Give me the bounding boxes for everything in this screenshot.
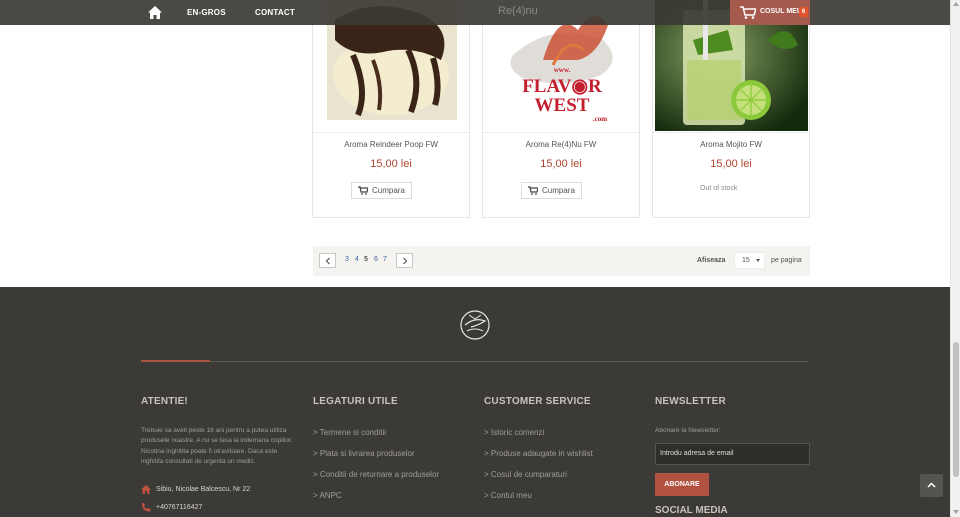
page-link[interactable]: 6 xyxy=(374,256,378,263)
nav-link-contact[interactable]: CONTACT xyxy=(255,8,295,17)
address-text: Sibiu, Nicolae Balcescu, Nr 22 xyxy=(156,486,251,493)
chevron-right-icon xyxy=(403,257,408,265)
nav-link-en-gros[interactable]: EN-GROS xyxy=(187,8,226,17)
footer-logo[interactable] xyxy=(459,309,491,341)
brand-watermark: Re(4)nu xyxy=(498,5,538,17)
svg-text:FLAV◉R: FLAV◉R xyxy=(522,76,602,97)
top-navigation-bar: EN-GROS CONTACT Re(4)nu COSUL MEU 6 xyxy=(0,0,950,25)
home-icon xyxy=(141,485,151,494)
chevron-left-icon xyxy=(325,257,330,265)
phone-text[interactable]: +40767116427 xyxy=(156,504,202,511)
per-page-suffix: pe pagina xyxy=(771,257,802,264)
cart-icon xyxy=(358,186,368,195)
site-footer: ATENTIE! Trebuie sa aveti peste 18 ani p… xyxy=(0,287,950,517)
chevron-up-icon xyxy=(927,482,936,488)
cart-button[interactable]: COSUL MEU 6 xyxy=(730,0,810,25)
cart-label: COSUL MEU xyxy=(760,8,802,15)
back-to-top-button[interactable] xyxy=(920,474,943,497)
footer-divider-accent xyxy=(141,360,210,362)
current-page: 5 xyxy=(364,256,368,263)
footer-link-wishlist[interactable]: > Produse adaugate in wishlist xyxy=(484,449,593,458)
cart-count-badge: 6 xyxy=(799,7,808,17)
page-link[interactable]: 4 xyxy=(355,256,359,263)
footer-link-payment-delivery[interactable]: > Plata si livrarea produselor xyxy=(313,449,415,458)
buy-button[interactable]: Cumpara xyxy=(351,182,412,199)
buy-button-label: Cumpara xyxy=(542,186,575,195)
footer-link-cart[interactable]: > Cosul de cumparaturi xyxy=(484,470,567,479)
product-price: 15,00 lei xyxy=(540,158,582,170)
product-card: Aroma Reindeer Poop FW 15,00 lei Cumpara xyxy=(312,0,470,218)
footer-heading-attention: ATENTIE! xyxy=(141,396,188,407)
age-warning-text: Trebuie sa aveti peste 18 ani pentru a p… xyxy=(141,427,293,466)
scrollbar-thumb[interactable] xyxy=(953,342,959,477)
newsletter-label: Abonare la Newsletter: xyxy=(655,427,721,434)
footer-heading-newsletter: NEWSLETTER xyxy=(655,396,726,407)
product-name[interactable]: Aroma Mojito FW xyxy=(653,140,809,149)
phone-icon xyxy=(142,503,151,512)
show-label: Afiseaza xyxy=(697,257,726,264)
product-price: 15,00 lei xyxy=(710,158,752,170)
footer-link-anpc[interactable]: > ANPC xyxy=(313,491,342,500)
product-card: Aroma Mojito FW 15,00 lei Out of stock xyxy=(652,0,810,218)
per-page-select[interactable]: 15 xyxy=(734,252,765,269)
newsletter-email-input[interactable]: Introdu adresa de email xyxy=(655,443,810,465)
scroll-down-arrow-icon[interactable] xyxy=(953,510,959,514)
footer-link-returns[interactable]: > Conditii de returnare a produselor xyxy=(313,470,439,479)
previous-page-button[interactable] xyxy=(319,253,336,268)
product-name[interactable]: Aroma Reindeer Poop FW xyxy=(313,140,469,149)
caret-down-icon xyxy=(756,259,760,262)
footer-link-order-history[interactable]: > Istoric comenzi xyxy=(484,428,544,437)
footer-link-my-account[interactable]: > Contul meu xyxy=(484,491,532,500)
product-name[interactable]: Aroma Re(4)Nu FW xyxy=(483,140,639,149)
subscribe-button[interactable]: ABONARE xyxy=(655,473,709,496)
page-scrollbar[interactable] xyxy=(950,0,960,517)
buy-button[interactable]: Cumpara xyxy=(521,182,582,199)
pagination-bar: 3 4 5 6 7 Afiseaza 15 pe pagina xyxy=(313,246,810,276)
footer-link-terms[interactable]: > Termene si conditii xyxy=(313,428,386,437)
next-page-button[interactable] xyxy=(396,253,413,268)
cart-icon xyxy=(528,186,538,195)
svg-text:WEST: WEST xyxy=(535,95,590,116)
svg-text:www.: www. xyxy=(554,66,571,74)
scroll-up-arrow-icon[interactable] xyxy=(953,2,959,6)
out-of-stock-label: Out of stock xyxy=(700,185,738,192)
buy-button-label: Cumpara xyxy=(372,186,405,195)
page-link[interactable]: 3 xyxy=(345,256,349,263)
footer-divider xyxy=(141,361,809,362)
page-link[interactable]: 7 xyxy=(383,256,387,263)
shopping-cart-icon xyxy=(740,6,756,19)
footer-heading-social-media: SOCIAL MEDIA xyxy=(655,505,728,516)
per-page-value: 15 xyxy=(742,257,750,264)
home-icon[interactable] xyxy=(148,6,162,19)
product-price: 15,00 lei xyxy=(370,158,412,170)
footer-heading-customer-service: CUSTOMER SERVICE xyxy=(484,396,591,407)
product-card: www. FLAV◉R WEST .com Aroma Re(4)Nu FW 1… xyxy=(482,0,640,218)
footer-heading-useful-links: LEGATURI UTILE xyxy=(313,396,398,407)
svg-text:.com: .com xyxy=(593,115,607,123)
